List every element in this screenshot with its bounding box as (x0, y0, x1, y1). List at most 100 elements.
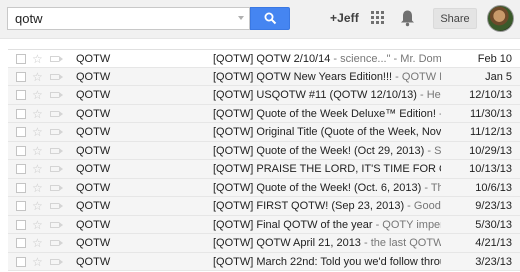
star-icon[interactable]: ☆ (32, 197, 43, 215)
email-sender: QOTW (76, 107, 111, 120)
star-icon[interactable]: ☆ (32, 179, 43, 197)
email-subject: [QOTW] Quote of the Week! (Oct. 6, 2013) (213, 181, 422, 194)
select-checkbox[interactable] (16, 219, 26, 230)
email-date: 12/10/13 (469, 89, 512, 101)
importance-marker-icon[interactable] (50, 73, 63, 80)
select-checkbox[interactable] (16, 71, 26, 82)
email-subject: [QOTW] Quote of the Week! (Oct 29, 2013) (213, 144, 425, 157)
importance-marker-icon[interactable] (50, 147, 63, 154)
star-icon[interactable]: ☆ (32, 68, 43, 86)
select-checkbox[interactable] (16, 54, 26, 64)
star-icon[interactable]: ☆ (32, 216, 43, 234)
email-snippet: - Hello (420, 89, 441, 101)
email-subject-line: [QOTW] QOTW April 21, 2013 - the last QO… (213, 234, 441, 252)
email-sender: QOTW (76, 218, 111, 231)
star-icon[interactable]: ☆ (32, 160, 43, 178)
email-snippet: - science..." - Mr. Domingo (333, 53, 441, 65)
select-checkbox[interactable] (16, 108, 26, 119)
importance-marker-icon[interactable] (50, 184, 63, 191)
importance-marker-icon[interactable] (50, 221, 63, 228)
email-row[interactable]: ☆ QOTW [QOTW] Quote of the Week! (Oct. 6, … (8, 178, 520, 197)
email-row[interactable]: ☆ QOTW [QOTW] FIRST QOTW! (Sep 23, 2013) -… (8, 197, 520, 216)
email-sender: QOTW (76, 144, 111, 157)
star-icon[interactable]: ☆ (32, 86, 43, 104)
email-snippet: - c (436, 108, 441, 120)
email-date: 10/13/13 (469, 163, 512, 175)
email-date: Feb 10 (477, 53, 512, 65)
bell-icon[interactable] (400, 9, 415, 27)
email-subject: [QOTW] March 22nd: Told you we'd follow … (213, 255, 441, 268)
email-date: 3/23/13 (475, 255, 512, 268)
importance-marker-icon[interactable] (50, 203, 63, 209)
email-row[interactable]: ☆ QOTW [QOTW] Quote of the Week Deluxe™ Ed… (8, 104, 520, 123)
email-row[interactable]: ☆ QOTW [QOTW] QOTW 2/10/14 - science..." -… (8, 49, 520, 68)
email-row[interactable]: ☆ QOTW [QOTW] Final QOTW of the year - QOT… (8, 215, 520, 234)
importance-marker-icon[interactable] (50, 110, 63, 117)
email-subject-line: [QOTW] Quote of the Week Deluxe™ Edition… (213, 105, 441, 123)
email-date: 10/6/13 (475, 181, 512, 194)
search-options-icon[interactable] (238, 16, 244, 20)
email-snippet: - QOTY impend (375, 218, 441, 231)
search-button[interactable] (250, 7, 290, 30)
select-checkbox[interactable] (16, 256, 26, 267)
star-icon[interactable]: ☆ (32, 105, 43, 123)
select-checkbox[interactable] (16, 182, 26, 193)
email-subject: [QOTW] QOTW New Years Edition!!! (213, 70, 393, 83)
importance-marker-icon[interactable] (50, 240, 63, 246)
email-subject-line: [QOTW] QOTW New Years Edition!!! - QOTW … (213, 68, 441, 86)
email-subject: [QOTW] Quote of the Week Deluxe™ Edition… (213, 107, 436, 120)
email-date: 5/30/13 (475, 218, 512, 231)
importance-marker-icon[interactable] (50, 92, 63, 98)
avatar[interactable] (487, 5, 514, 32)
select-checkbox[interactable] (16, 127, 26, 137)
email-snippet: - QOTW NEW (395, 70, 441, 83)
email-date: 4/21/13 (475, 237, 512, 249)
email-date: 9/23/13 (475, 200, 512, 212)
email-snippet: - Sor (427, 144, 441, 157)
email-sender: QOTW (76, 255, 111, 268)
select-checkbox[interactable] (16, 90, 26, 100)
importance-marker-icon[interactable] (50, 129, 63, 135)
star-icon[interactable]: ☆ (32, 253, 43, 271)
email-row[interactable]: ☆ QOTW [QOTW] Original Title (Quote of the… (8, 123, 520, 142)
email-row[interactable]: ☆ QOTW [QOTW] Quote of the Week! (Oct 29, … (8, 141, 520, 160)
email-sender: QOTW (76, 89, 111, 101)
email-date: Jan 5 (485, 70, 512, 83)
select-checkbox[interactable] (16, 201, 26, 211)
star-icon[interactable]: ☆ (32, 234, 43, 252)
star-icon[interactable]: ☆ (32, 50, 43, 68)
email-date: 11/12/13 (469, 126, 512, 138)
email-sender: QOTW (76, 237, 111, 249)
email-row[interactable]: ☆ QOTW [QOTW] PRAISE THE LORD, IT'S TIME F… (8, 160, 520, 179)
email-sender: QOTW (76, 53, 111, 65)
apps-grid-icon[interactable] (371, 11, 384, 24)
search-icon (264, 12, 276, 25)
plus-profile-link[interactable]: +Jeff (330, 11, 359, 25)
email-row[interactable]: ☆ QOTW [QOTW] USQOTW #11 (QOTW 12/10/13) -… (8, 86, 520, 105)
star-icon[interactable]: ☆ (32, 142, 43, 160)
select-checkbox[interactable] (16, 238, 26, 248)
select-checkbox[interactable] (16, 145, 26, 156)
share-button[interactable]: Share (433, 8, 477, 29)
search-input[interactable] (8, 8, 233, 29)
email-row[interactable]: ☆ QOTW [QOTW] QOTW New Years Edition!!! - … (8, 67, 520, 86)
email-subject: [QOTW] QOTW April 21, 2013 (213, 237, 361, 249)
select-checkbox[interactable] (16, 164, 26, 174)
star-icon[interactable]: ☆ (32, 123, 43, 141)
email-subject-line: [QOTW] Quote of the Week! (Oct. 6, 2013)… (213, 179, 441, 197)
email-subject-line: [QOTW] Final QOTW of the year - QOTY imp… (213, 216, 441, 234)
email-snippet: - The c (424, 181, 441, 194)
email-subject-line: [QOTW] Original Title (Quote of the Week… (213, 123, 441, 141)
email-date: 11/30/13 (469, 107, 512, 120)
importance-marker-icon[interactable] (50, 258, 63, 265)
importance-marker-icon[interactable] (50, 166, 63, 172)
email-subject-line: [QOTW] FIRST QOTW! (Sep 23, 2013) - Good… (213, 197, 441, 215)
email-sender: QOTW (76, 126, 111, 138)
email-subject-line: [QOTW] USQOTW #11 (QOTW 12/10/13) - Hell… (213, 86, 441, 104)
search-box[interactable] (7, 7, 250, 30)
importance-marker-icon[interactable] (50, 56, 63, 62)
email-list: ☆ QOTW [QOTW] QOTW 2/10/14 - science..." -… (8, 49, 520, 271)
email-sender: QOTW (76, 200, 111, 212)
email-row[interactable]: ☆ QOTW [QOTW] QOTW April 21, 2013 - the la… (8, 234, 520, 253)
email-row[interactable]: ☆ QOTW [QOTW] March 22nd: Told you we'd fo… (8, 252, 520, 271)
